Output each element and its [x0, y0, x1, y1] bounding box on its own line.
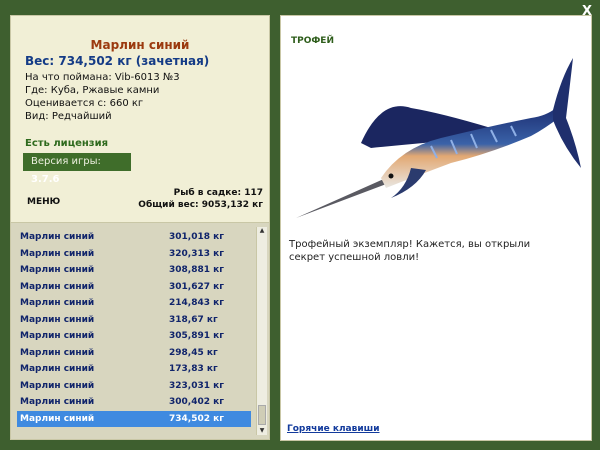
trophy-panel: ТРОФЕЙ Трофейный экземпляр! Кажется, вы …	[280, 15, 592, 441]
menu-button[interactable]: МЕНЮ	[27, 197, 60, 207]
list-item[interactable]: Марлин синий 318,67 кг	[17, 312, 251, 328]
list-item[interactable]: Марлин синий 734,502 кг	[17, 410, 251, 427]
trophy-description: Трофейный экземпляр! Кажется, вы открыли…	[289, 239, 531, 263]
fish-weight: Вес: 734,502 кг (зачетная)	[25, 54, 210, 68]
scroll-up-arrow-icon[interactable]: ▲	[258, 227, 266, 235]
fish-weight-value: 323,031 кг	[169, 380, 224, 391]
fish-weight-value: 301,018 кг	[169, 232, 224, 242]
version-bar: Версия игры: 3.7.6	[23, 153, 131, 185]
list-item[interactable]: Марлин синий 300,402 кг	[17, 394, 251, 410]
fish-name: Марлин синий	[20, 380, 95, 391]
keep-count: Рыб в садке: 117	[173, 188, 263, 198]
fish-info-panel: Марлин синий Вес: 734,502 кг (зачетная) …	[10, 15, 270, 195]
fish-name: Марлин синий	[20, 397, 95, 407]
fish-name: Марлин синий	[20, 232, 95, 242]
fish-weight-value: 301,627 кг	[169, 281, 224, 292]
game-window: X Марлин синий Вес: 734,502 кг (зачетная…	[0, 0, 600, 450]
list-scrollbar[interactable]: ▲ ▼	[256, 227, 267, 435]
fish-weight-value: 300,402 кг	[169, 397, 224, 407]
fish-name: Марлин синий	[20, 347, 95, 358]
scroll-down-arrow-icon[interactable]: ▼	[258, 427, 266, 435]
fish-name: Марлин синий	[20, 364, 95, 374]
fish-name: Марлин синий	[20, 298, 95, 308]
menu-area: МЕНЮ Рыб в садке: 117 Общий вес: 9053,13…	[10, 188, 270, 223]
fish-weight-value: 214,843 кг	[169, 298, 224, 308]
fish-name: Марлин синий	[20, 314, 95, 325]
list-item[interactable]: Марлин синий 214,843 кг	[17, 295, 251, 311]
fish-name: Марлин синий	[20, 331, 95, 341]
version-value: 3.7.6	[31, 174, 60, 185]
valued-from-text: Оценивается с: 660 кг	[25, 98, 144, 109]
list-item[interactable]: Марлин синий 308,881 кг	[17, 262, 251, 278]
license-status: Есть лицензия	[25, 138, 109, 149]
fish-weight-value: 320,313 кг	[169, 248, 224, 259]
version-label: Версия игры:	[31, 156, 101, 167]
fish-weight-value: 305,891 кг	[169, 331, 224, 341]
rarity-text: Вид: Редчайший	[25, 111, 112, 122]
fish-weight-value: 298,45 кг	[169, 347, 218, 358]
fish-weight-value: 173,83 кг	[169, 364, 218, 374]
fish-title: Марлин синий	[90, 38, 190, 52]
fish-weight-value: 308,881 кг	[169, 265, 224, 275]
location-text: Где: Куба, Ржавые камни	[25, 85, 160, 96]
list-item[interactable]: Марлин синий 305,891 кг	[17, 328, 251, 344]
catch-list: ▲ ▼ Марлин синий 301,018 кг Марлин синий 32…	[10, 222, 270, 440]
hotkeys-link[interactable]: Горячие клавиши	[287, 424, 380, 434]
list-item[interactable]: Марлин синий 320,313 кг	[17, 246, 251, 262]
list-item[interactable]: Марлин синий 301,627 кг	[17, 279, 251, 295]
fish-name: Марлин синий	[20, 413, 95, 424]
fish-name: Марлин синий	[20, 248, 95, 259]
marlin-image	[296, 58, 581, 218]
fish-name: Марлин синий	[20, 281, 95, 292]
caught-on-text: На что поймана: Vib-6013 №3	[25, 72, 180, 83]
fish-name: Марлин синий	[20, 265, 95, 275]
total-weight: Общий вес: 9053,132 кг	[138, 200, 263, 210]
fish-weight-value: 318,67 кг	[169, 314, 218, 325]
fish-weight-value: 734,502 кг	[169, 413, 224, 424]
list-item[interactable]: Марлин синий 323,031 кг	[17, 378, 251, 394]
list-item[interactable]: Марлин синий 173,83 кг	[17, 361, 251, 377]
scroll-thumb[interactable]	[258, 405, 266, 425]
list-item[interactable]: Марлин синий 301,018 кг	[17, 229, 251, 245]
list-item[interactable]: Марлин синий 298,45 кг	[17, 345, 251, 361]
trophy-label: ТРОФЕЙ	[291, 36, 334, 46]
